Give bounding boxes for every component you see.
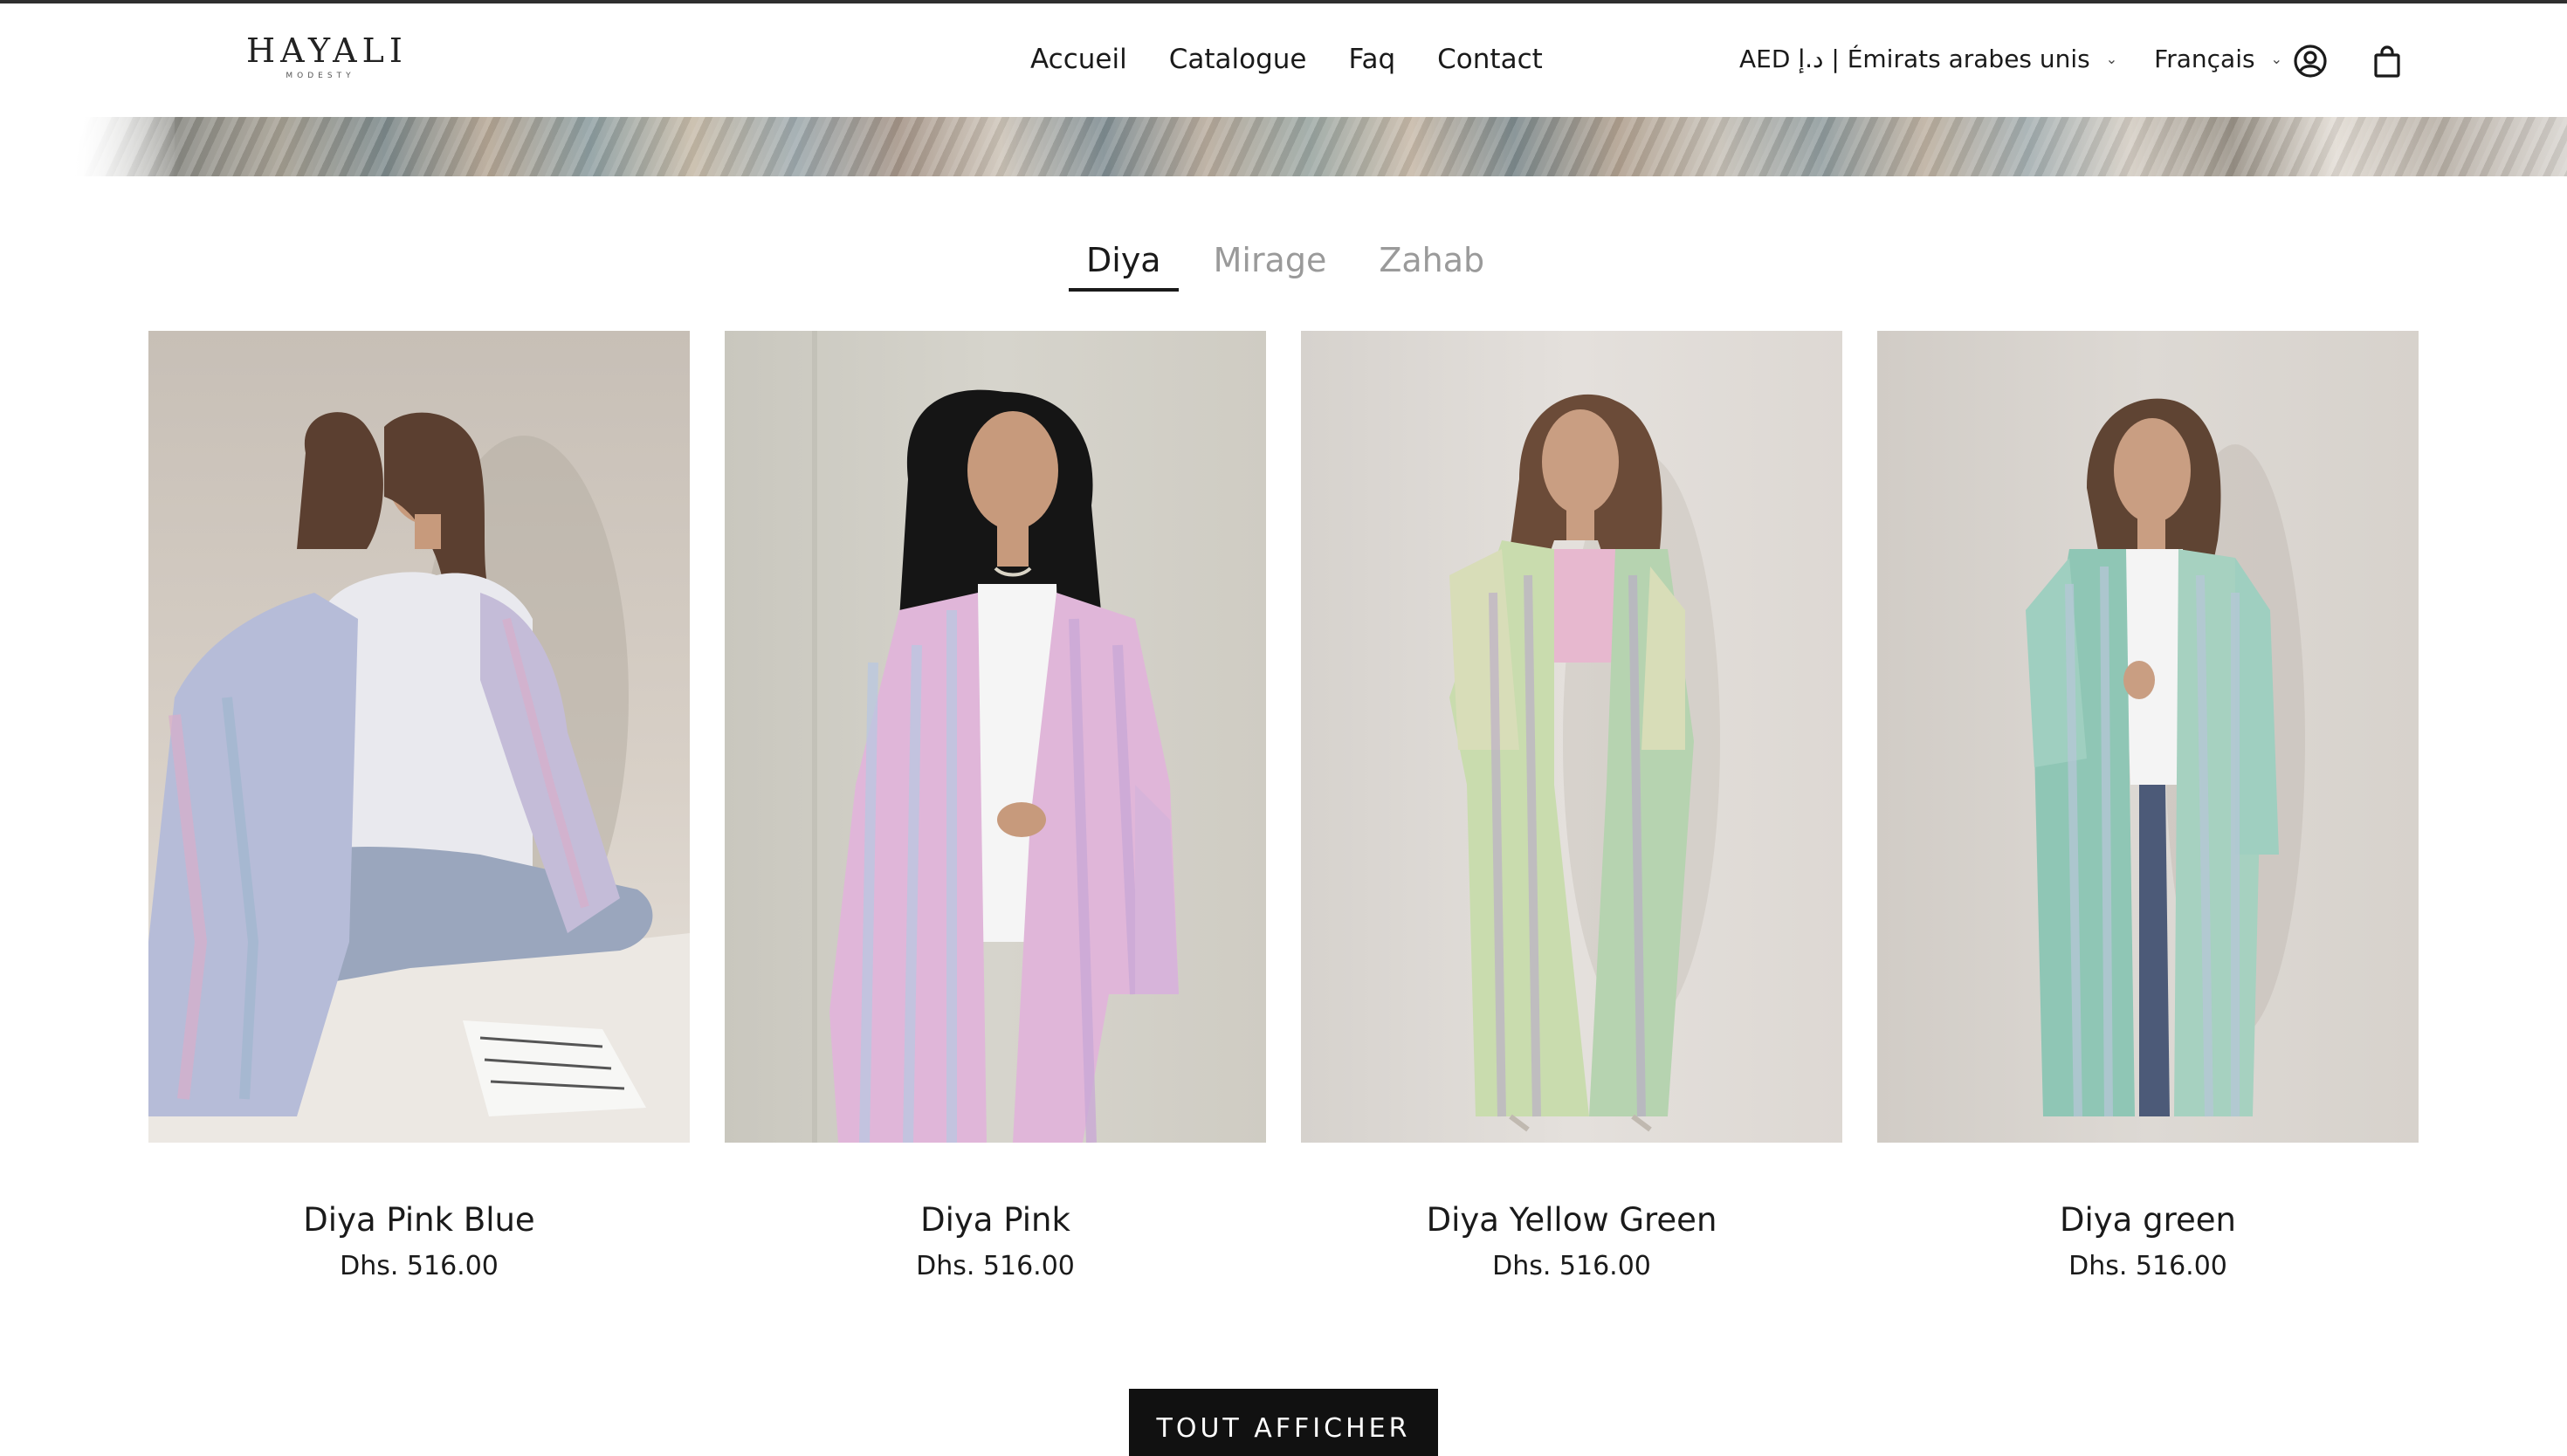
tab-zahab[interactable]: Zahab [1361, 234, 1502, 292]
logo-tagline: MODESTY [286, 72, 355, 80]
tab-mirage[interactable]: Mirage [1196, 234, 1345, 292]
product-price: Dhs. 516.00 [340, 1251, 499, 1281]
currency-selector-label: AED د.إ | Émirats arabes unis [1739, 45, 2090, 73]
hero-banner-strip [0, 117, 2567, 176]
product-title[interactable]: Diya green [1877, 1200, 2419, 1240]
nav-link-accueil[interactable]: Accueil [1030, 42, 1127, 77]
nav-link-contact[interactable]: Contact [1437, 42, 1543, 77]
product-price: Dhs. 516.00 [916, 1251, 1075, 1281]
currency-selector[interactable]: AED د.إ | Émirats arabes unis ⌄ [1739, 42, 2117, 77]
nav-link-catalogue[interactable]: Catalogue [1169, 42, 1307, 77]
language-selector[interactable]: Français ⌄ [2154, 42, 2282, 77]
product-price: Dhs. 516.00 [1492, 1251, 1651, 1281]
product-image[interactable] [148, 331, 690, 1143]
site-header: HAYALI MODESTY Accueil Catalogue Faq Con… [0, 3, 2567, 117]
product-image[interactable] [725, 331, 1266, 1143]
main-nav: Accueil Catalogue Faq Contact [1030, 42, 1585, 77]
nav-link-faq[interactable]: Faq [1348, 42, 1395, 77]
view-all-button[interactable]: TOUT AFFICHER [1129, 1389, 1438, 1456]
chevron-down-icon: ⌄ [2105, 51, 2118, 67]
product-card[interactable]: Diya green Dhs. 516.00 [1877, 331, 2419, 1284]
collection-tabs: Diya Mirage Zahab [1069, 234, 1519, 292]
language-selector-label: Français [2154, 45, 2255, 73]
tab-diya[interactable]: Diya [1069, 234, 1179, 292]
product-image[interactable] [1877, 331, 2419, 1143]
logo-wordmark: HAYALI [246, 31, 408, 70]
product-title[interactable]: Diya Yellow Green [1301, 1200, 1842, 1240]
locale-selectors: AED د.إ | Émirats arabes unis ⌄ Français… [1739, 42, 2282, 77]
brand-logo[interactable]: HAYALI MODESTY [246, 31, 408, 80]
product-title[interactable]: Diya Pink Blue [148, 1200, 690, 1240]
product-image[interactable] [1301, 331, 1842, 1143]
product-title[interactable]: Diya Pink [725, 1200, 1266, 1240]
product-card[interactable]: Diya Pink Blue Dhs. 516.00 [148, 331, 690, 1284]
product-price: Dhs. 516.00 [2068, 1251, 2227, 1281]
chevron-down-icon: ⌄ [2270, 51, 2282, 67]
product-card[interactable]: Diya Yellow Green Dhs. 516.00 [1301, 331, 1842, 1284]
banner-fade [0, 117, 175, 176]
product-card[interactable]: Diya Pink Dhs. 516.00 [725, 331, 1266, 1284]
account-icon[interactable] [2293, 44, 2328, 79]
product-grid: Diya Pink Blue Dhs. 516.00 Diya Pink Dhs… [148, 331, 2419, 1284]
cart-icon[interactable] [2370, 44, 2405, 79]
